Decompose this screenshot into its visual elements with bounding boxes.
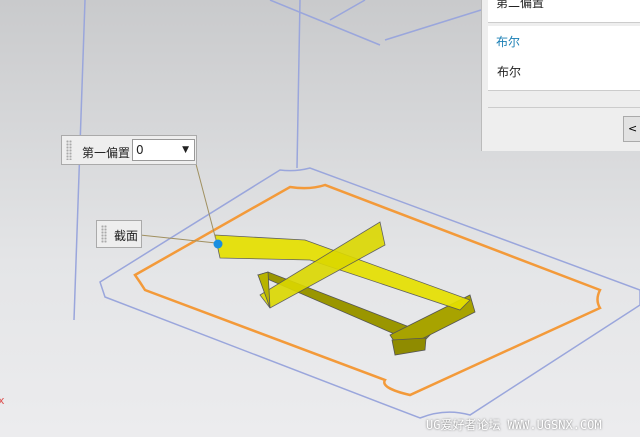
first-offset-label: 第一偏置: [82, 146, 131, 160]
dialog-panel: 第二偏置 布尔 布尔 < 确定: [481, 0, 640, 151]
first-offset-hud[interactable]: 第一偏置 0 ▼: [61, 135, 197, 165]
section-hud[interactable]: 截面: [96, 220, 142, 248]
drag-handle[interactable]: [101, 225, 107, 243]
boolean-section-title[interactable]: 布尔: [496, 33, 520, 50]
second-offset-label: 第二偏置: [496, 0, 545, 10]
section-label: 截面: [114, 229, 139, 243]
first-offset-value: 0: [136, 143, 144, 157]
chevron-down-icon: ▼: [182, 145, 189, 155]
first-offset-dropdown[interactable]: 0 ▼: [132, 139, 195, 161]
watermark: UG爱好者论坛 WWW.UGSNX.COM: [426, 418, 602, 432]
drag-handle[interactable]: [66, 140, 72, 160]
svg-text:x: x: [0, 394, 5, 407]
ok-button[interactable]: < 确定: [623, 116, 640, 142]
boolean-label: 布尔: [497, 65, 522, 79]
